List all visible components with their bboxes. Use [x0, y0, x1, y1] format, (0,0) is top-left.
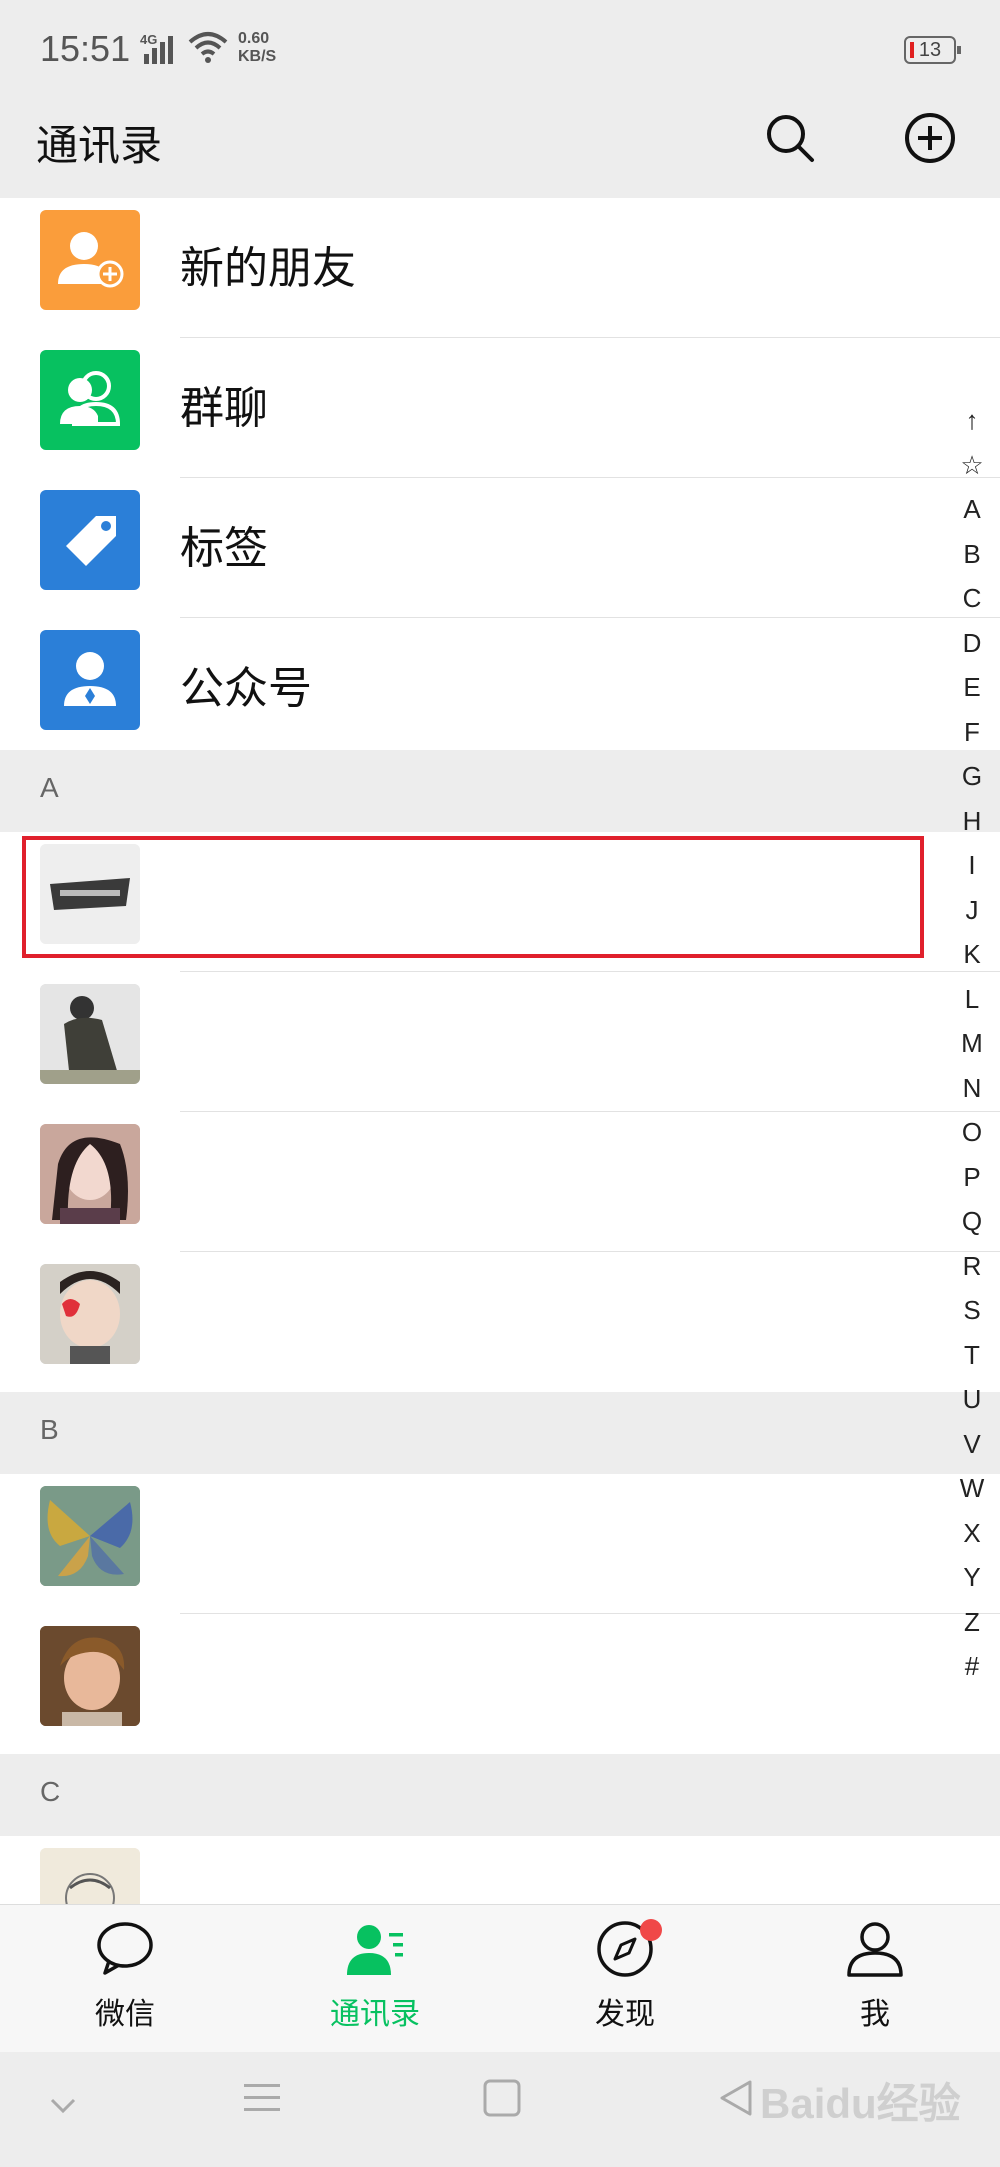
contact-avatar: [40, 1626, 140, 1726]
network-speed: 0.60 KB/S: [238, 30, 276, 66]
index-letter[interactable]: A: [944, 487, 1000, 532]
speed-value: 0.60: [238, 30, 270, 47]
index-letter[interactable]: L: [944, 977, 1000, 1022]
battery-level: 13: [918, 39, 942, 61]
index-letter[interactable]: S: [944, 1288, 1000, 1333]
tab-bar: 微信 通讯录 发现 我: [0, 1904, 1000, 2053]
speed-unit: KB/S: [238, 48, 277, 65]
index-letter[interactable]: M: [944, 1021, 1000, 1066]
index-letter[interactable]: D: [944, 621, 1000, 666]
official-account-icon: [40, 630, 140, 730]
tab-discover[interactable]: 发现: [500, 1905, 750, 2053]
tab-label: 我: [860, 1997, 890, 2032]
item-label: 新的朋友: [180, 243, 356, 294]
contact-row[interactable]: [0, 972, 1000, 1112]
official-accounts-item[interactable]: 公众号: [0, 618, 1000, 758]
index-letter[interactable]: O: [944, 1110, 1000, 1155]
index-letter[interactable]: H: [944, 799, 1000, 844]
index-letter[interactable]: E: [944, 665, 1000, 710]
contact-row[interactable]: [0, 1474, 1000, 1614]
index-letter[interactable]: X: [944, 1511, 1000, 1556]
battery-indicator: 13: [904, 36, 961, 64]
index-letter[interactable]: T: [944, 1333, 1000, 1378]
contact-row[interactable]: [0, 1614, 1000, 1754]
index-letter[interactable]: G: [944, 754, 1000, 799]
profile-icon: [847, 1922, 903, 1977]
tab-me[interactable]: 我: [750, 1905, 1000, 2053]
watermark: Baidu经验: [760, 2080, 961, 2127]
alphabet-index[interactable]: ↑ ☆ A B C D E F G H I J K L M N O P Q R S T U V W X Y Z #: [944, 398, 1000, 1689]
section-header-c: C: [0, 1754, 1000, 1836]
contact-row[interactable]: [0, 1112, 1000, 1252]
back-icon[interactable]: [716, 2078, 756, 2118]
index-letter[interactable]: J: [944, 888, 1000, 933]
index-letter[interactable]: V: [944, 1422, 1000, 1467]
tab-label: 通讯录: [330, 1997, 420, 2032]
tab-chats[interactable]: 微信: [0, 1905, 250, 2053]
index-letter[interactable]: Q: [944, 1199, 1000, 1244]
section-header-b: B: [0, 1392, 1000, 1474]
battery-fill: [910, 42, 914, 58]
index-letter[interactable]: K: [944, 932, 1000, 977]
home-icon[interactable]: [482, 2078, 522, 2118]
tab-label: 发现: [595, 1997, 655, 2032]
group-chat-icon: [40, 350, 140, 450]
contact-avatar: [40, 984, 140, 1084]
status-time: 15:51: [40, 28, 131, 69]
section-letter: B: [40, 1414, 59, 1445]
add-icon[interactable]: [902, 110, 958, 166]
chat-bubble-icon: [97, 1922, 153, 1975]
contact-avatar: [40, 1124, 140, 1224]
section-header-a: A: [0, 750, 1000, 832]
network-type: 4G: [140, 32, 157, 47]
battery-cap: [957, 46, 961, 54]
index-letter[interactable]: U: [944, 1377, 1000, 1422]
section-letter: A: [40, 772, 59, 803]
index-letter[interactable]: C: [944, 576, 1000, 621]
tab-contacts[interactable]: 通讯录: [250, 1905, 500, 2053]
page-title: 通讯录: [36, 121, 163, 170]
contact-avatar: [40, 1486, 140, 1586]
menu-icon[interactable]: [242, 2078, 282, 2118]
contact-avatar: [40, 1264, 140, 1364]
index-letter[interactable]: Y: [944, 1555, 1000, 1600]
index-letter[interactable]: ☆: [944, 443, 1000, 488]
contact-row[interactable]: [0, 1252, 1000, 1392]
item-label: 群聊: [180, 383, 268, 434]
tag-icon: [40, 490, 140, 590]
index-letter[interactable]: R: [944, 1244, 1000, 1289]
contact-list[interactable]: 新的朋友 群聊 标签 公众号 A B C: [0, 198, 1000, 1904]
index-letter[interactable]: P: [944, 1155, 1000, 1200]
wifi-icon: [188, 32, 228, 63]
index-letter[interactable]: ↑: [944, 398, 1000, 443]
signal-icon: 4G: [140, 32, 173, 64]
contact-row[interactable]: [0, 1836, 1000, 1904]
index-letter[interactable]: #: [944, 1644, 1000, 1689]
highlight-box: [22, 836, 924, 958]
item-label: 标签: [180, 523, 268, 574]
index-letter[interactable]: Z: [944, 1600, 1000, 1645]
new-friends-item[interactable]: 新的朋友: [0, 198, 1000, 338]
status-bar: 15:51 4G 0.60 KB/S 13: [0, 0, 1000, 100]
index-letter[interactable]: F: [944, 710, 1000, 755]
group-chats-item[interactable]: 群聊: [0, 338, 1000, 478]
index-letter[interactable]: B: [944, 532, 1000, 577]
tags-item[interactable]: 标签: [0, 478, 1000, 618]
index-letter[interactable]: N: [944, 1066, 1000, 1111]
search-icon[interactable]: [762, 110, 818, 166]
chevron-down-icon[interactable]: [48, 2096, 78, 2116]
item-label: 公众号: [180, 663, 312, 714]
notification-badge: [640, 1919, 662, 1941]
index-letter[interactable]: W: [944, 1466, 1000, 1511]
contacts-icon: [347, 1925, 403, 1975]
contact-avatar: [40, 1848, 140, 1904]
tab-label: 微信: [95, 1997, 155, 2032]
section-letter: C: [40, 1776, 61, 1807]
add-friend-icon: [40, 210, 140, 310]
index-letter[interactable]: I: [944, 843, 1000, 888]
